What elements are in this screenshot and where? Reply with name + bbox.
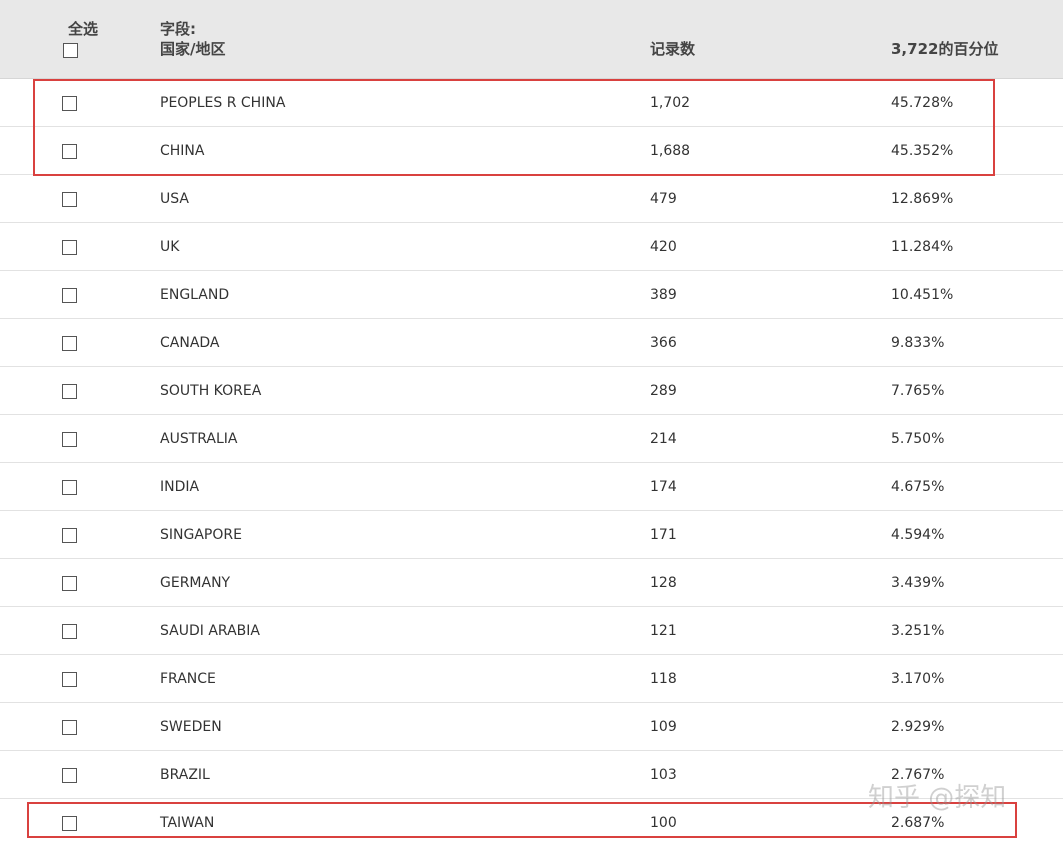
field-label: 字段: [160,20,196,38]
table-row: SAUDI ARABIA 121 3.251% [0,607,1063,655]
row-checkbox[interactable] [62,288,77,303]
row-checkbox[interactable] [62,384,77,399]
row-checkbox[interactable] [62,480,77,495]
country-name: TAIWAN [160,815,215,831]
country-name: CANADA [160,335,220,351]
country-name: ENGLAND [160,287,230,303]
percent-value: 5.750% [891,431,945,447]
row-checkbox[interactable] [62,96,77,111]
row-checkbox[interactable] [62,672,77,687]
percent-value: 12.869% [891,191,954,207]
table-row: BRAZIL 103 2.767% [0,751,1063,799]
percent-value: 3.170% [891,671,945,687]
record-count: 366 [650,335,677,351]
table-row: GERMANY 128 3.439% [0,559,1063,607]
table-row: TAIWAN 100 2.687% [0,799,1063,846]
table-row: FRANCE 118 3.170% [0,655,1063,703]
record-count: 389 [650,287,677,303]
country-name: SWEDEN [160,719,222,735]
country-name: INDIA [160,479,200,495]
select-all-checkbox[interactable] [63,43,78,58]
country-name: FRANCE [160,671,216,687]
record-count: 121 [650,623,677,639]
percent-value: 9.833% [891,335,945,351]
row-checkbox[interactable] [62,192,77,207]
table-row: SWEDEN 109 2.929% [0,703,1063,751]
table-header: 全选 字段: 国家/地区 记录数 3,722的百分位 [0,0,1063,79]
percent-value: 10.451% [891,287,954,303]
record-count: 128 [650,575,677,591]
country-name: SINGAPORE [160,527,242,543]
row-checkbox[interactable] [62,624,77,639]
record-count: 103 [650,767,677,783]
table-row: CANADA 366 9.833% [0,319,1063,367]
row-checkbox[interactable] [62,528,77,543]
row-checkbox[interactable] [62,720,77,735]
table-row: CHINA 1,688 45.352% [0,127,1063,175]
select-all-label: 全选 [68,20,99,38]
percent-value: 11.284% [891,239,954,255]
country-name: AUSTRALIA [160,431,238,447]
row-checkbox[interactable] [62,240,77,255]
record-count: 479 [650,191,677,207]
record-count: 1,688 [650,143,691,159]
row-checkbox[interactable] [62,816,77,831]
record-count: 289 [650,383,677,399]
record-count: 118 [650,671,677,687]
record-count: 100 [650,815,677,831]
percent-value: 7.765% [891,383,945,399]
record-count: 1,702 [650,95,691,111]
record-count-header: 记录数 [650,40,696,58]
country-name: UK [160,239,180,255]
percent-value: 2.687% [891,815,945,831]
row-checkbox[interactable] [62,432,77,447]
percent-header: 3,722的百分位 [891,40,999,58]
table-row: INDIA 174 4.675% [0,463,1063,511]
table-row: PEOPLES R CHINA 1,702 45.728% [0,79,1063,127]
row-checkbox[interactable] [62,768,77,783]
table-row: SINGAPORE 171 4.594% [0,511,1063,559]
table-row: USA 479 12.869% [0,175,1063,223]
row-checkbox[interactable] [62,144,77,159]
country-name: SAUDI ARABIA [160,623,260,639]
record-count: 214 [650,431,677,447]
country-name: USA [160,191,189,207]
percent-value: 45.352% [891,143,954,159]
table-row: ENGLAND 389 10.451% [0,271,1063,319]
percent-value: 4.675% [891,479,945,495]
table-row: AUSTRALIA 214 5.750% [0,415,1063,463]
record-count: 420 [650,239,677,255]
record-count: 174 [650,479,677,495]
country-name: GERMANY [160,575,231,591]
percent-value: 3.439% [891,575,945,591]
percent-value: 45.728% [891,95,954,111]
record-count: 171 [650,527,677,543]
country-name: PEOPLES R CHINA [160,95,286,111]
table-row: UK 420 11.284% [0,223,1063,271]
country-name: BRAZIL [160,767,210,783]
percent-value: 2.929% [891,719,945,735]
country-name: CHINA [160,143,205,159]
field-name-header: 国家/地区 [160,40,226,58]
record-count: 109 [650,719,677,735]
row-checkbox[interactable] [62,576,77,591]
country-name: SOUTH KOREA [160,383,262,399]
percent-value: 3.251% [891,623,945,639]
results-analysis-page: 全选 字段: 国家/地区 记录数 3,722的百分位 PEOPLES R CHI… [0,0,1063,846]
row-checkbox[interactable] [62,336,77,351]
percent-value: 2.767% [891,767,945,783]
table-row: SOUTH KOREA 289 7.765% [0,367,1063,415]
percent-value: 4.594% [891,527,945,543]
